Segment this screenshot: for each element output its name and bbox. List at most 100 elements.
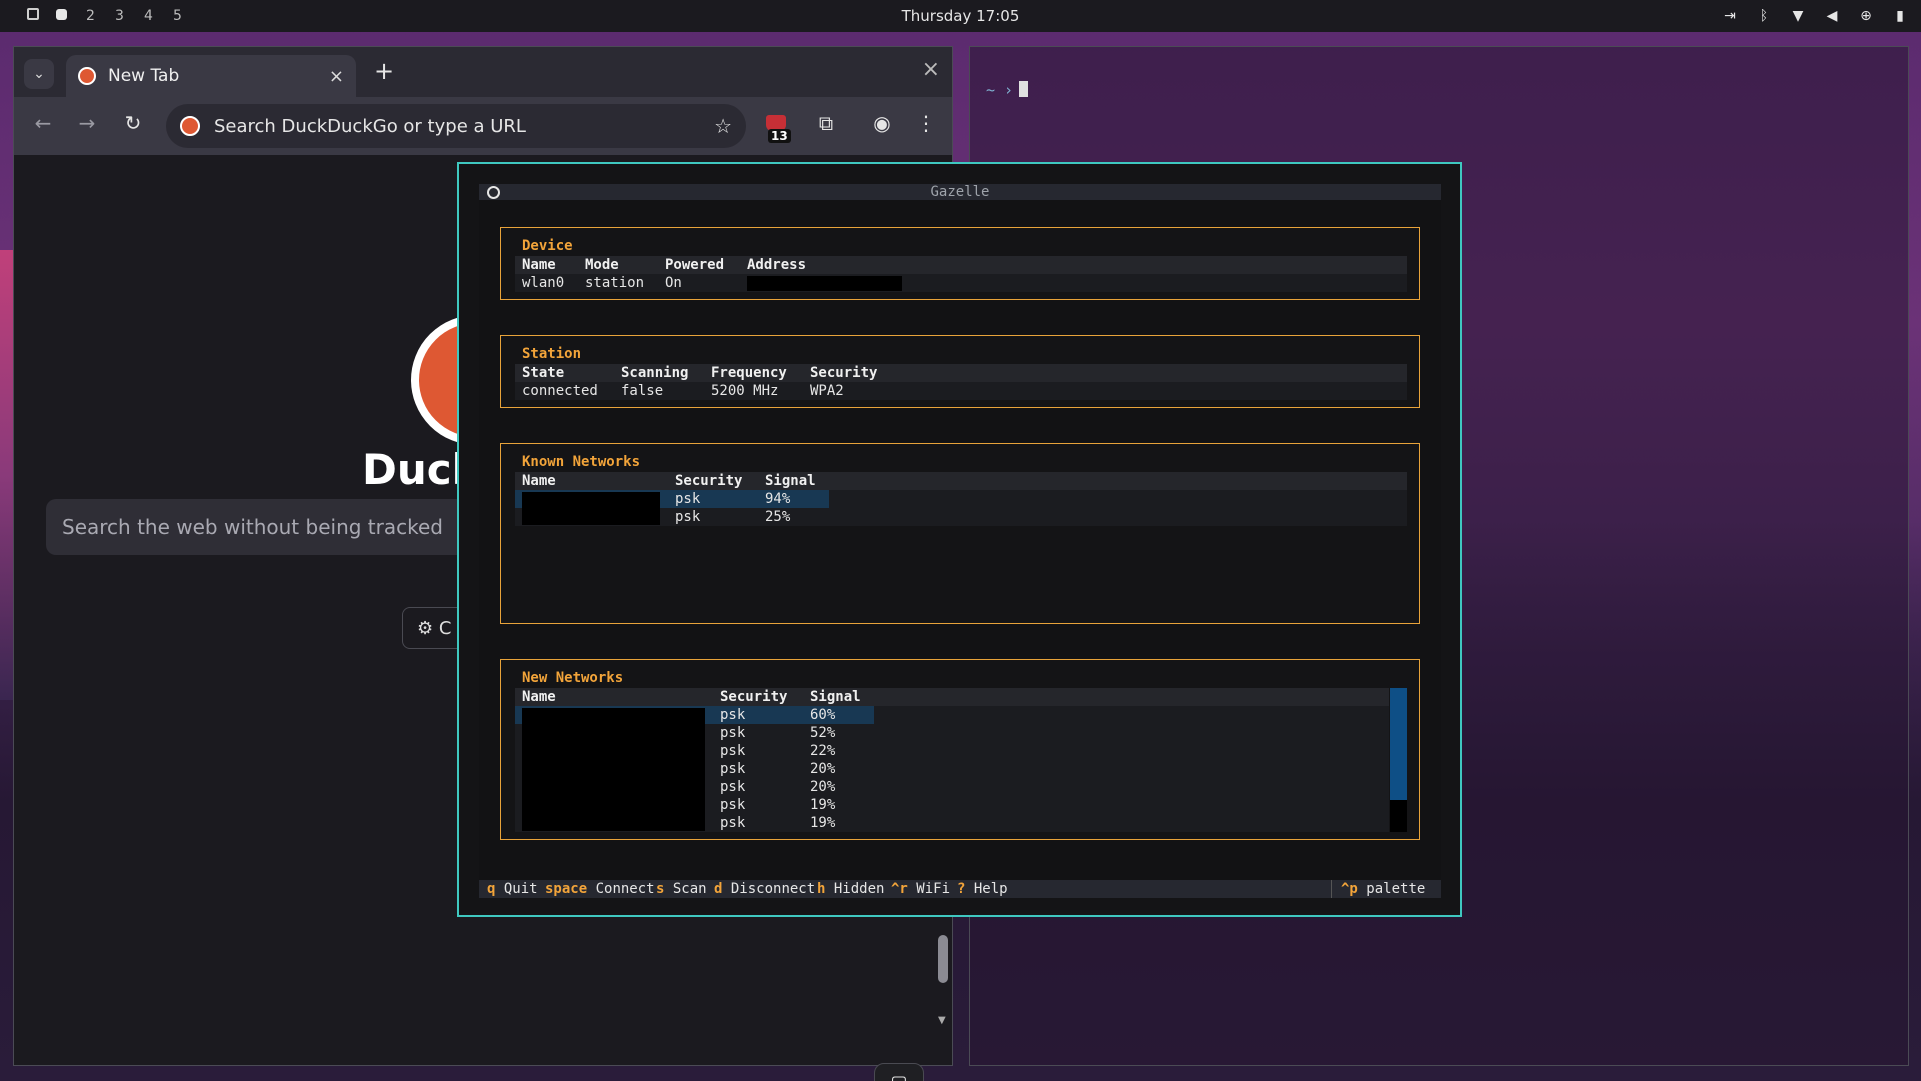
wifi-icon[interactable]: ▼ (1789, 8, 1807, 24)
col-signal: Signal (765, 473, 816, 489)
keybind-wifi[interactable]: ^r WiFi (891, 880, 950, 898)
tab-close-icon[interactable]: × (329, 66, 344, 87)
new-security: psk (720, 815, 746, 831)
new-networks-scrollbar-track[interactable] (1390, 800, 1407, 832)
known-network-row[interactable]: psk 25% (515, 508, 1407, 526)
keybind-connect[interactable]: space Connect (545, 880, 655, 898)
keybind-hidden[interactable]: h Hidden (817, 880, 884, 898)
tab-strip: ⌄ New Tab × + × (14, 47, 952, 97)
new-networks-title: New Networks (522, 670, 624, 686)
col-mode: Mode (585, 257, 619, 273)
battery-icon[interactable]: ▮ (1891, 8, 1909, 24)
keybind-disconnect[interactable]: d Disconnect (714, 880, 815, 898)
col-address: Address (747, 257, 807, 273)
tab-search-dropdown[interactable]: ⌄ (24, 59, 54, 89)
col-name: Name (522, 257, 556, 273)
tab-title: New Tab (108, 66, 180, 86)
scrollbar-thumb[interactable] (938, 935, 948, 983)
known-network-row[interactable]: psk 94% (515, 490, 1407, 508)
workspace-2[interactable]: 2 (76, 8, 105, 24)
known-signal: 25% (765, 509, 791, 525)
known-security: psk (675, 491, 701, 507)
new-network-row[interactable]: psk 52% (515, 724, 1389, 742)
logout-icon[interactable]: ⇥ (1721, 8, 1739, 24)
station-header-row: State Scanning Frequency Security (515, 364, 1407, 382)
bluetooth-icon[interactable]: ᛒ (1755, 8, 1773, 24)
window-close-button[interactable]: × (922, 57, 940, 82)
menu-kebab-icon[interactable]: ⋮ (912, 111, 940, 135)
key-s: s (656, 881, 665, 897)
customize-button-label: C (438, 617, 452, 639)
known-networks-panel: Known Networks Name Security Signal psk … (500, 443, 1420, 624)
device-title: Device (522, 238, 573, 254)
workspace-5[interactable]: 5 (163, 8, 192, 24)
shell-prompt: ~ › (986, 81, 1029, 99)
duckduckgo-favicon-icon (78, 67, 96, 85)
col-state: State (522, 365, 565, 381)
station-scanning: false (621, 383, 664, 399)
station-row[interactable]: connected false 5200 MHz WPA2 (515, 382, 1407, 400)
workspace-3[interactable]: 3 (105, 8, 134, 24)
col-name: Name (522, 473, 556, 489)
workspace-switcher: 2 3 4 5 (0, 8, 192, 24)
new-network-row[interactable]: psk 60% (515, 706, 1389, 724)
new-security: psk (720, 779, 746, 795)
known-networks-title: Known Networks (522, 454, 641, 470)
scroll-down-arrow-icon[interactable]: ▼ (938, 1015, 946, 1026)
label-quit: Quit (503, 881, 538, 897)
new-network-row[interactable]: psk 22% (515, 742, 1389, 760)
footer-separator (1331, 880, 1332, 898)
new-network-row[interactable]: psk 19% (515, 814, 1389, 832)
new-header-row: Name Security Signal (515, 688, 1389, 706)
station-panel: Station State Scanning Frequency Securit… (500, 335, 1420, 408)
device-header-row: Name Mode Powered Address (515, 256, 1407, 274)
new-network-row[interactable]: psk 19% (515, 796, 1389, 814)
profile-icon[interactable]: ◉ (868, 111, 896, 135)
col-security: Security (720, 689, 788, 705)
new-networks-scrollbar-thumb[interactable] (1390, 688, 1407, 800)
extensions-puzzle-icon[interactable]: ⧉ (812, 111, 840, 135)
new-network-row[interactable]: psk 20% (515, 760, 1389, 778)
reload-icon[interactable]: ↻ (118, 111, 148, 135)
prompt-text: ~ › (986, 81, 1014, 99)
workspace-4[interactable]: 4 (134, 8, 163, 24)
keybind-footer: q Quit space Connect s Scan d Disconnect… (479, 880, 1441, 898)
tab-new-tab[interactable]: New Tab × (66, 55, 356, 97)
label-scan: Scan (672, 881, 707, 897)
new-signal: 22% (810, 743, 836, 759)
keybind-palette[interactable]: ^p palette (1341, 880, 1425, 898)
new-networks-body: psk 60% psk 52% psk 22% psk 20% psk 20% … (515, 706, 1389, 832)
key-h: h (817, 881, 826, 897)
extension-ublock-icon[interactable]: 13 (762, 115, 792, 145)
address-bar[interactable]: Search DuckDuckGo or type a URL ☆ (166, 104, 746, 148)
col-security: Security (675, 473, 743, 489)
window-circle-icon[interactable] (487, 186, 500, 199)
new-network-row[interactable]: psk 20% (515, 778, 1389, 796)
keybind-quit[interactable]: q Quit (487, 880, 538, 898)
keybind-help[interactable]: ? Help (957, 880, 1008, 898)
keybind-scan[interactable]: s Scan (656, 880, 707, 898)
device-row[interactable]: wlan0 station On (515, 274, 1407, 292)
top-bar: 2 3 4 5 Thursday 17:05 ⇥ ᛒ ▼ ◀ ⊕ ▮ (0, 0, 1921, 32)
key-question: ? (957, 881, 966, 897)
col-powered: Powered (665, 257, 725, 273)
volume-icon[interactable]: ◀ (1823, 8, 1841, 24)
new-tab-button[interactable]: + (374, 57, 394, 85)
key-space: space (545, 881, 588, 897)
known-networks-body: psk 94% psk 25% (515, 490, 1407, 526)
workspace-1-active[interactable] (47, 8, 76, 24)
label-wifi: WiFi (916, 881, 951, 897)
feedback-chat-icon[interactable]: ▢ (874, 1063, 924, 1081)
key-ctrl-p: ^p (1341, 881, 1358, 897)
bookmark-star-icon[interactable]: ☆ (714, 114, 732, 138)
forward-arrow-icon[interactable]: → (72, 111, 102, 135)
workspace-overview-icon[interactable] (18, 8, 47, 24)
sliders-icon: ⚙ (417, 617, 434, 639)
gazelle-titlebar: Gazelle (479, 184, 1441, 200)
vpn-icon[interactable]: ⊕ (1857, 8, 1875, 24)
new-signal: 52% (810, 725, 836, 741)
back-arrow-icon[interactable]: ← (28, 111, 58, 135)
new-signal: 19% (810, 797, 836, 813)
station-frequency: 5200 MHz (711, 383, 779, 399)
new-signal: 60% (810, 707, 836, 723)
